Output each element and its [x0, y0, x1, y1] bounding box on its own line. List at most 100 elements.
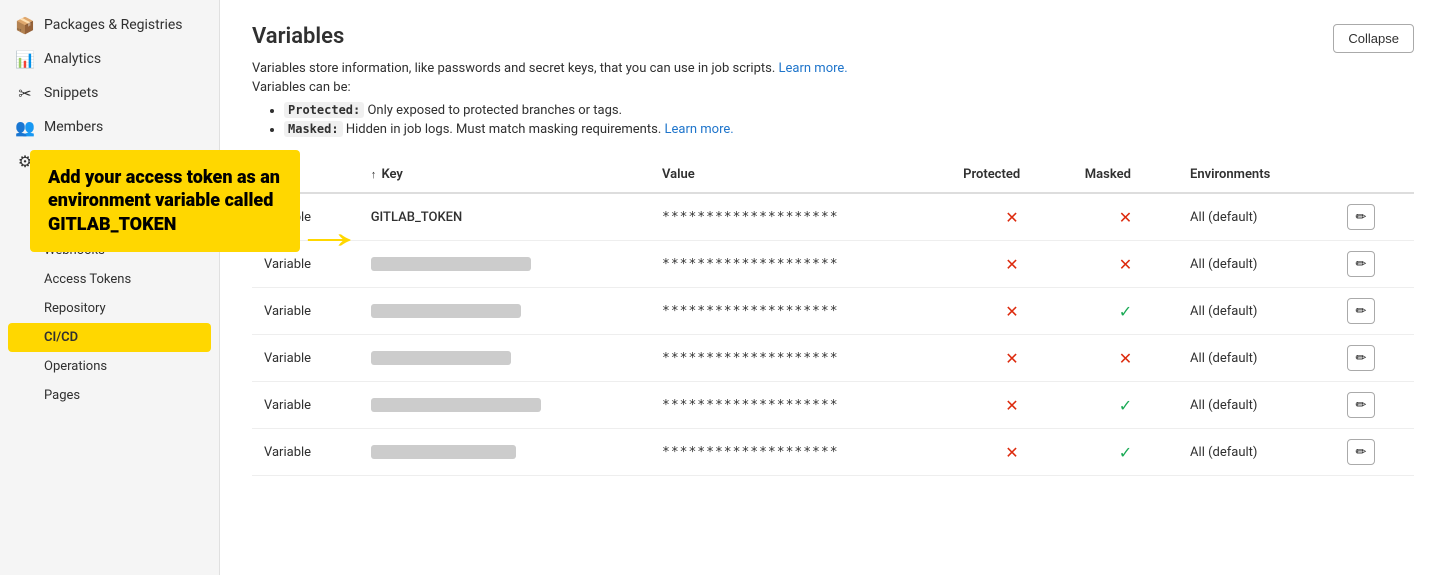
page-title: Variables: [252, 24, 344, 49]
sidebar-item-label: Members: [44, 119, 103, 135]
sidebar-sub-item-cicd[interactable]: CI/CD: [8, 323, 211, 352]
description-text: Variables store information, like passwo…: [252, 61, 775, 76]
cell-masked: ✓: [1073, 429, 1178, 476]
col-value-label: Value: [662, 167, 695, 182]
edit-button[interactable]: ✏: [1347, 204, 1376, 230]
sidebar-sub-item-operations[interactable]: Operations: [0, 352, 219, 381]
table-body: VariableGITLAB_TOKEN********************…: [252, 193, 1414, 476]
cell-edit: ✏: [1335, 382, 1414, 429]
sidebar-sub-label: Pages: [44, 388, 80, 403]
check-icon: ✓: [1119, 302, 1132, 321]
x-icon: ✕: [1119, 208, 1132, 227]
sidebar-sub-item-repository[interactable]: Repository: [0, 294, 219, 323]
main-content: Variables Collapse Variables store infor…: [220, 0, 1446, 575]
masked-text: Hidden in job logs. Must match masking r…: [346, 122, 661, 137]
learn-more-link-1[interactable]: Learn more.: [779, 61, 848, 76]
cell-protected: ✕: [951, 288, 1073, 335]
sidebar-sub-item-pages[interactable]: Pages: [0, 381, 219, 410]
cell-masked: ✓: [1073, 288, 1178, 335]
analytics-icon: 📊: [16, 50, 34, 68]
packages-icon: 📦: [16, 16, 34, 34]
sidebar-sub-label: CI/CD: [44, 330, 78, 345]
variables-table: Type ↑ Key Value Protected Masked Enviro…: [252, 157, 1414, 476]
sidebar-item-packages-registries[interactable]: 📦 Packages & Registries: [0, 8, 219, 42]
cell-edit: ✏: [1335, 241, 1414, 288]
check-icon: ✓: [1119, 443, 1132, 462]
edit-button[interactable]: ✏: [1347, 392, 1376, 418]
callout-arrow: →: [293, 208, 365, 256]
sidebar-item-label: Snippets: [44, 85, 98, 101]
col-key-label: Key: [381, 167, 402, 182]
cell-type: Variable: [252, 382, 359, 429]
table-row: Variable********************✕✕All (defau…: [252, 335, 1414, 382]
cell-environments: All (default): [1178, 288, 1334, 335]
x-icon: ✕: [1005, 302, 1018, 321]
snippets-icon: ✂: [16, 84, 34, 102]
sidebar-sub-item-access-tokens[interactable]: Access Tokens: [0, 265, 219, 294]
x-icon: ✕: [1005, 208, 1018, 227]
blurred-key: [371, 257, 531, 271]
callout-text: Add your access token as an environment …: [48, 167, 280, 235]
cell-masked: ✕: [1073, 335, 1178, 382]
cell-edit: ✏: [1335, 193, 1414, 241]
protected-text: Only exposed to protected branches or ta…: [367, 103, 622, 118]
variables-can-be: Variables can be:: [252, 80, 1414, 95]
cell-key: [359, 335, 650, 382]
edit-button[interactable]: ✏: [1347, 345, 1376, 371]
sidebar-sub-label: Access Tokens: [44, 272, 131, 287]
table-row: VariableGITLAB_TOKEN********************…: [252, 193, 1414, 241]
cell-environments: All (default): [1178, 335, 1334, 382]
bullet-protected: Protected: Only exposed to protected bra…: [284, 103, 1414, 118]
table-row: Variable ******************** ✕ ✓ All (defau…: [252, 429, 1414, 476]
cell-protected: ✕: [951, 382, 1073, 429]
col-key[interactable]: ↑ Key: [359, 157, 650, 193]
edit-button[interactable]: ✏: [1347, 439, 1376, 465]
masked-tag: Masked:: [284, 121, 343, 137]
cell-type: Variable: [252, 335, 359, 382]
sort-icon: ↑: [371, 168, 377, 181]
cell-value: ********************: [650, 193, 951, 241]
cell-key: [359, 382, 650, 429]
edit-button[interactable]: ✏: [1347, 251, 1376, 277]
learn-more-link-2[interactable]: Learn more.: [664, 122, 733, 137]
cell-masked: ✕: [1073, 193, 1178, 241]
table-row: Variable********************✕✓All (defau…: [252, 382, 1414, 429]
sidebar-item-members[interactable]: 👥 Members: [0, 110, 219, 144]
sidebar-item-label: Packages & Registries: [44, 17, 183, 33]
table-header: Type ↑ Key Value Protected Masked Enviro…: [252, 157, 1414, 193]
cell-value: ********************: [650, 288, 951, 335]
x-icon: ✕: [1119, 255, 1132, 274]
cell-environments: All (default): [1178, 241, 1334, 288]
cell-type: Variable: [252, 288, 359, 335]
protected-tag: Protected:: [284, 102, 364, 118]
x-icon: ✕: [1005, 255, 1018, 274]
col-actions: [1335, 157, 1414, 193]
sidebar-item-analytics[interactable]: 📊 Analytics: [0, 42, 219, 76]
cell-value: ********************: [650, 429, 951, 476]
sidebar-item-label: Analytics: [44, 51, 101, 67]
page-description: Variables store information, like passwo…: [252, 61, 1414, 76]
cell-type: Variable: [252, 429, 359, 476]
blurred-key: [371, 398, 541, 412]
cell-protected: ✕: [951, 429, 1073, 476]
cell-value: ********************: [650, 241, 951, 288]
col-value: Value: [650, 157, 951, 193]
cell-environments: All (default): [1178, 193, 1334, 241]
x-icon: ✕: [1005, 443, 1018, 462]
sidebar: 📦 Packages & Registries 📊 Analytics ✂ Sn…: [0, 0, 220, 575]
cell-edit: ✏: [1335, 288, 1414, 335]
collapse-button[interactable]: Collapse: [1333, 24, 1414, 53]
col-masked-label: Masked: [1085, 167, 1131, 182]
bullet-list: Protected: Only exposed to protected bra…: [284, 103, 1414, 137]
cell-edit: ✏: [1335, 335, 1414, 382]
cell-environments: All (default): [1178, 429, 1334, 476]
cell-protected: ✕: [951, 193, 1073, 241]
x-icon: ✕: [1119, 349, 1132, 368]
cell-key: GITLAB_TOKEN: [359, 193, 650, 241]
col-environments: Environments: [1178, 157, 1334, 193]
callout-tooltip: Add your access token as an environment …: [30, 150, 300, 252]
sidebar-sub-label: Repository: [44, 301, 106, 316]
sidebar-sub-label: Operations: [44, 359, 107, 374]
edit-button[interactable]: ✏: [1347, 298, 1376, 324]
sidebar-item-snippets[interactable]: ✂ Snippets: [0, 76, 219, 110]
